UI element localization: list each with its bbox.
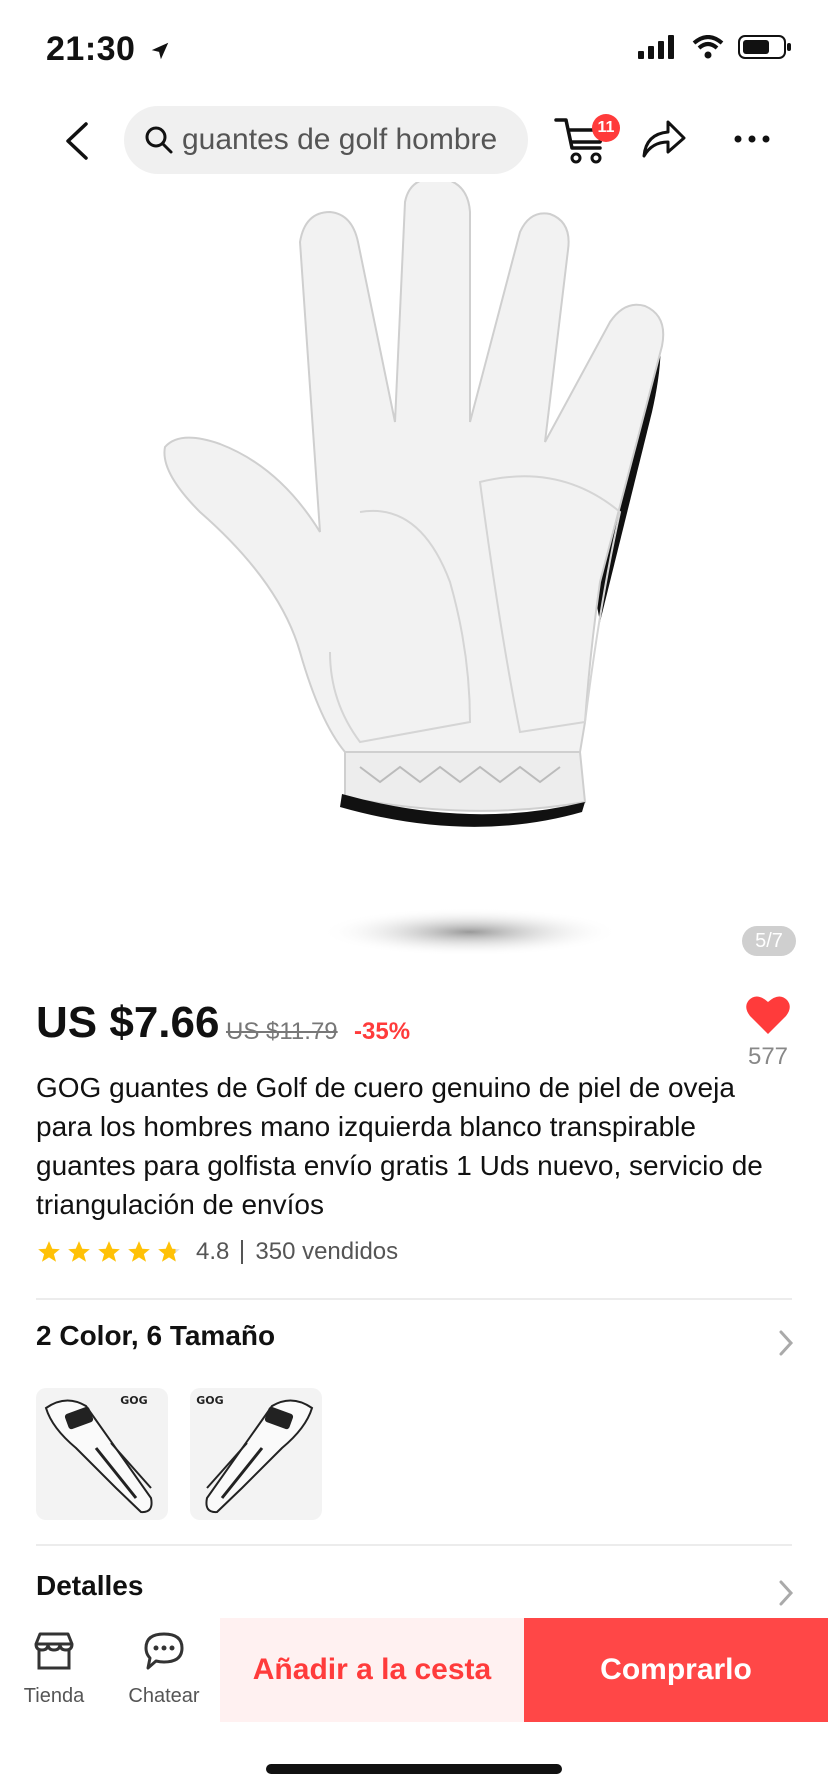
more-options-button[interactable] [732, 124, 772, 154]
clock-text: 21:30 [46, 30, 136, 68]
star-rating [36, 1239, 182, 1265]
price-row: US $7.66 US $11.79 -35% 577 [36, 990, 796, 1070]
signal-icon [638, 35, 674, 59]
star-icon [38, 1241, 60, 1262]
current-price: US $7.66 [36, 998, 220, 1047]
half-star-icon [158, 1241, 180, 1262]
variant-thumb-left[interactable]: GOG [36, 1388, 168, 1520]
discount-badge: -35% [354, 1018, 411, 1045]
original-price: US $11.79 [226, 1018, 338, 1045]
rating-separator [241, 1240, 244, 1264]
heart-icon [746, 996, 790, 1034]
share-icon [642, 120, 686, 158]
buy-now-button[interactable]: Comprarlo [524, 1618, 828, 1722]
star-icon [98, 1241, 120, 1262]
share-button[interactable] [640, 118, 686, 160]
chevron-left-icon [66, 122, 88, 160]
variant-thumbnails: GOG GOG [36, 1388, 322, 1520]
star-icon [68, 1241, 90, 1262]
chevron-right-icon [779, 1330, 794, 1356]
details-label: Detalles [36, 1570, 144, 1601]
wishlist-button[interactable]: 577 [740, 994, 796, 1071]
search-input[interactable]: guantes de golf hombre [124, 106, 528, 174]
rating-row[interactable]: 4.8 350 vendidos [36, 1232, 398, 1272]
location-arrow-icon [152, 42, 169, 60]
bottom-action-bar: Tienda Chatear Añadir a la cesta Comprar… [0, 1618, 828, 1722]
more-dots-icon [734, 135, 770, 143]
image-counter: 5/7 [742, 926, 796, 956]
chat-bubble-icon [144, 1632, 184, 1670]
wishlist-count: 577 [747, 1043, 789, 1070]
product-title: GOG guantes de Golf de cuero genuino de … [36, 1072, 763, 1220]
cart-count-badge: 11 [592, 114, 620, 142]
thumb-logo-text: GOG [120, 1394, 147, 1407]
variants-selector[interactable]: 2 Color, 6 Tamaño [36, 1320, 796, 1370]
store-button[interactable]: Tienda [4, 1630, 104, 1708]
divider [36, 1544, 792, 1546]
divider [36, 1298, 792, 1300]
status-time: 21:30 [46, 30, 171, 69]
star-icon [128, 1241, 150, 1262]
details-section[interactable]: Detalles [36, 1570, 796, 1620]
glove-thumbnail-image: GOG [44, 1394, 153, 1514]
status-bar: 21:30 [0, 0, 828, 100]
store-label: Tienda [23, 1685, 85, 1707]
product-image[interactable] [0, 176, 828, 984]
home-indicator [266, 1764, 562, 1774]
search-icon [145, 126, 173, 154]
chat-label: Chatear [128, 1685, 200, 1707]
nav-bar: guantes de golf hombre 11 [0, 100, 828, 182]
rating-value: 4.8 [196, 1238, 230, 1265]
sold-count: 350 vendidos [255, 1238, 399, 1265]
search-text: guantes de golf hombre [182, 123, 498, 156]
glove-thumbnail-image: GOG [196, 1394, 314, 1514]
store-icon [34, 1632, 74, 1670]
golf-glove-image [163, 176, 665, 956]
wifi-icon [692, 35, 724, 59]
variant-thumb-right[interactable]: GOG [190, 1388, 322, 1520]
chat-button[interactable]: Chatear [114, 1630, 214, 1708]
chevron-right-icon [779, 1580, 794, 1606]
add-to-cart-button[interactable]: Añadir a la cesta [220, 1618, 524, 1722]
thumb-logo-text: GOG [196, 1394, 223, 1407]
status-icons [638, 34, 792, 60]
variants-label: 2 Color, 6 Tamaño [36, 1320, 276, 1351]
back-button[interactable] [58, 116, 98, 166]
battery-icon [738, 35, 791, 59]
